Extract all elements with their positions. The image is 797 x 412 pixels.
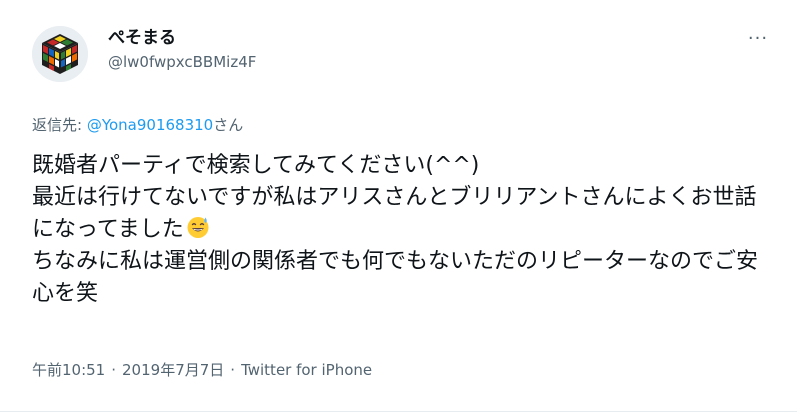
avatar[interactable] (32, 26, 88, 82)
display-name[interactable]: ぺそまる (108, 26, 256, 50)
tweet-text-part1: 既婚者パーティで検索してみてください(^^) 最近は行けてないですが私はアリスさ… (32, 153, 757, 242)
meta-separator: · (230, 361, 236, 379)
tweet-card: ぺそまる @lw0fwpxcBBMiz4F ··· 返信先: @Yona9016… (0, 0, 797, 412)
reply-mention-link[interactable]: @Yona90168310 (87, 116, 213, 134)
tweet-text: 既婚者パーティで検索してみてください(^^) 最近は行けてないですが私はアリスさ… (32, 150, 772, 310)
reply-suffix: さん (213, 116, 244, 134)
reply-context: 返信先: @Yona90168310さん (32, 115, 243, 135)
tweet-time[interactable]: 午前10:51 (32, 361, 105, 379)
more-dots-icon: ··· (747, 27, 769, 49)
tweet-header: ぺそまる @lw0fwpxcBBMiz4F ··· (24, 18, 781, 88)
tweet-source[interactable]: Twitter for iPhone (241, 361, 372, 379)
tweet-text-part2: ちなみに私は運営側の関係者でも何でもないただのリピーターなのでご安心を笑 (32, 249, 759, 306)
rubiks-cube-icon (32, 26, 88, 82)
grinning-sweat-emoji-icon (187, 217, 209, 238)
more-options-button[interactable]: ··· (743, 26, 773, 50)
meta-separator: · (111, 361, 117, 379)
user-info: ぺそまる @lw0fwpxcBBMiz4F (108, 26, 256, 72)
user-handle[interactable]: @lw0fwpxcBBMiz4F (108, 52, 256, 72)
tweet-date[interactable]: 2019年7月7日 (122, 361, 224, 379)
reply-prefix: 返信先: (32, 116, 87, 134)
tweet-meta: 午前10:51 · 2019年7月7日 · Twitter for iPhone (32, 360, 372, 380)
